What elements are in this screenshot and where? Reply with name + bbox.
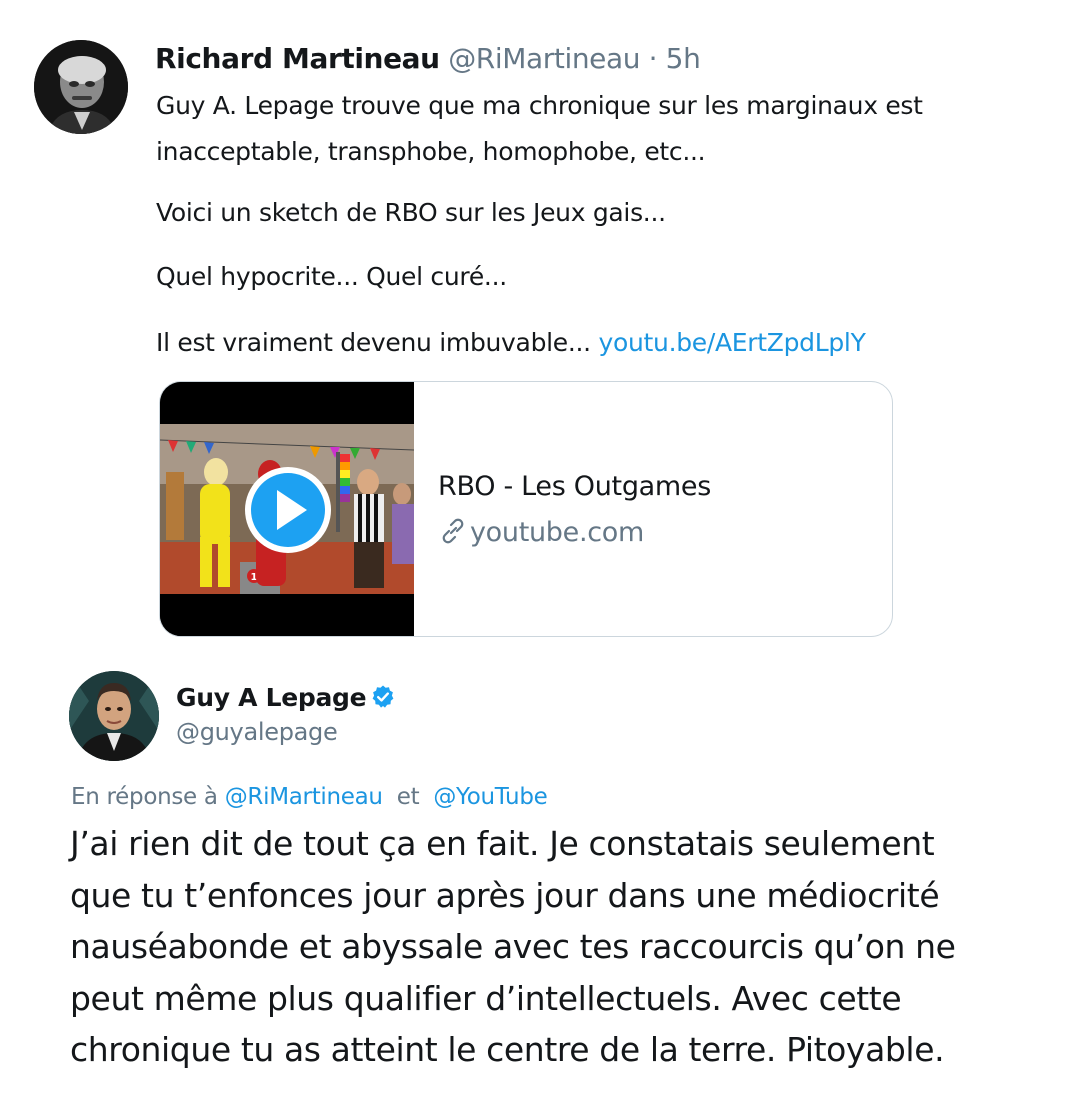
video-thumbnail[interactable]: 1 [160,382,415,636]
header-separator: · [648,42,658,75]
tweet-body: J’ai rien dit de tout ça en fait. Je con… [70,818,1060,1076]
reply-mention-youtube[interactable]: @YouTube [433,784,547,810]
tweet-text-line: Guy A. Lepage trouve que ma chronique su… [156,91,923,120]
tweet-richard-martineau: Richard Martineau @RiMartineau · 5h Guy … [0,0,1071,660]
reply-joiner: et [396,784,420,810]
reply-mention-rimartineau[interactable]: @RiMartineau [225,784,383,810]
verified-badge-icon [372,685,394,708]
tweet-body-line: nauséabonde et abyssale avec tes raccour… [70,927,956,966]
tweet-text-line-with-link: Il est vraiment devenu imbuvable... yout… [156,323,866,363]
tweet-body-line: que tu t’enfonces jour après jour dans u… [70,875,940,915]
reply-prefix: En réponse à [71,784,218,810]
link-icon [442,518,464,544]
tweet-body-line: J’ai rien dit de tout ça en fait. Je con… [70,824,935,863]
avatar[interactable] [69,671,159,761]
video-thumbnail-image: 1 [160,382,415,636]
tweet-text: Il est vraiment devenu imbuvable... [156,328,591,357]
avatar-portrait-image [34,40,128,134]
youtube-short-link[interactable]: youtu.be/AErtZpdLplY [598,328,865,357]
link-preview-card[interactable]: 1 RBO - Les Outgames youtube.com [159,381,893,637]
tweet-text-line: inacceptable, transphobe, homophobe, etc… [156,137,706,166]
tweet-text-line: Voici un sketch de RBO sur les Jeux gais… [156,198,666,227]
play-icon[interactable] [245,467,331,553]
author-handle[interactable]: @RiMartineau [448,42,640,75]
tweet-header: Richard Martineau @RiMartineau · 5h [155,41,701,77]
reply-context: En réponse à @RiMartineau et @YouTube [71,782,548,812]
avatar-portrait-image [69,671,159,761]
author-name[interactable]: Richard Martineau [155,42,440,75]
tweet-timestamp[interactable]: 5h [666,42,701,75]
card-domain: youtube.com [438,516,644,550]
card-domain-text: youtube.com [470,517,645,548]
author-handle[interactable]: @guyalepage [176,716,338,748]
author-name-row: Guy A Lepage [176,681,396,715]
author-name[interactable]: Guy A Lepage [176,683,367,712]
card-title[interactable]: RBO - Les Outgames [438,470,711,504]
tweet-text-line: Quel hypocrite... Quel curé... [156,262,507,291]
tweet-body-line: peut même plus qualifier d’intellectuels… [70,978,902,1018]
avatar[interactable] [34,40,128,134]
tweet-body-line: chronique tu as atteint le centre de la … [70,1030,945,1069]
